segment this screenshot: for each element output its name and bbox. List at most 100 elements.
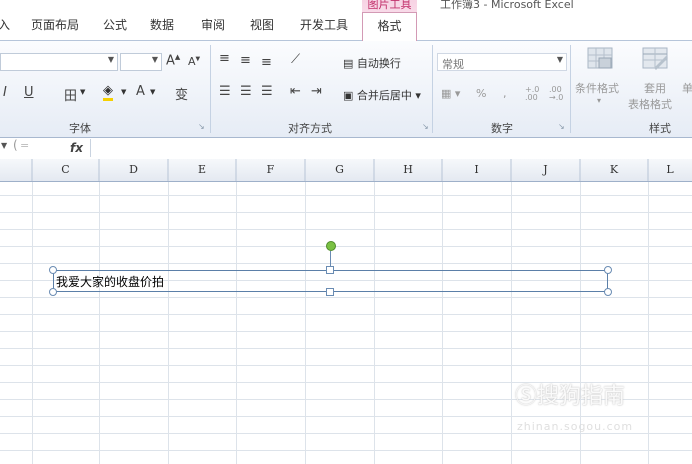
border-button[interactable]: 田: [64, 85, 77, 104]
column-header-k[interactable]: K: [580, 163, 648, 176]
chevron-down-icon: ▼: [80, 88, 86, 96]
font-size-combo[interactable]: ▼: [120, 53, 162, 71]
merge-center-button[interactable]: ▣ 合并后居中 ▾: [343, 87, 421, 103]
tab-data[interactable]: 数据: [150, 16, 174, 33]
chevron-down-icon: ▼: [151, 55, 158, 64]
column-header-j[interactable]: J: [511, 163, 580, 176]
window-title: 工作簿3 - Microsoft Excel: [440, 0, 574, 11]
column-header-e[interactable]: E: [168, 163, 236, 176]
column-headers: C D E F G H I J K L: [0, 159, 692, 182]
resize-handle-top-right[interactable]: [604, 266, 612, 274]
align-left-icon[interactable]: ☰: [219, 84, 231, 99]
column-header-l[interactable]: L: [648, 163, 692, 176]
merge-center-icon: ▣: [343, 89, 357, 102]
resize-handle-bottom-left[interactable]: [49, 288, 57, 296]
separator: [210, 45, 211, 133]
separator: [432, 45, 433, 133]
wrap-text-label: 自动换行: [356, 57, 401, 70]
increase-indent-icon[interactable]: ⇥: [311, 84, 322, 99]
format-as-table-label-2[interactable]: 表格格式: [628, 96, 672, 112]
resize-handle-top-left[interactable]: [49, 266, 57, 274]
align-bottom-icon[interactable]: ≡: [261, 55, 272, 70]
column-header-i[interactable]: I: [442, 163, 511, 176]
decrease-decimal-button[interactable]: .00 →.0: [549, 86, 567, 102]
number-format-value: 常规: [442, 58, 464, 71]
column-header-c[interactable]: C: [32, 163, 99, 176]
font-dialog-launcher-icon[interactable]: ↘: [198, 122, 205, 131]
tab-insert[interactable]: 入: [0, 16, 10, 33]
align-middle-icon[interactable]: ≡: [240, 53, 251, 68]
phonetic-button[interactable]: 变: [175, 84, 188, 103]
conditional-format-icon: [585, 46, 615, 72]
sogou-logo-icon: Ⓢ: [515, 384, 538, 409]
underline-button[interactable]: U: [24, 85, 34, 100]
number-format-combo[interactable]: 常规 ▼: [437, 53, 567, 71]
merge-center-label: 合并后居中: [356, 89, 412, 102]
decrease-indent-icon[interactable]: ⇤: [290, 84, 301, 99]
increase-decimal-button[interactable]: +.0 .00: [525, 86, 543, 102]
rotation-handle[interactable]: [326, 241, 336, 251]
watermark-text: 搜狗指南: [537, 384, 626, 409]
title-bar: [0, 0, 692, 12]
wrap-text-button[interactable]: ▤ 自动换行: [343, 55, 401, 71]
chevron-down-icon: ▼: [107, 55, 114, 64]
tab-format[interactable]: 格式: [362, 12, 417, 41]
insert-function-button[interactable]: fx: [70, 141, 83, 155]
chevron-down-icon: ▾: [597, 96, 602, 105]
grow-font-icon: A: [166, 53, 175, 69]
styles-group-label: 样式: [649, 122, 671, 135]
format-as-table-icon: [640, 46, 670, 72]
ribbon-tabs: 入 页面布局 公式 数据 审阅 视图 开发工具: [0, 12, 692, 41]
separator: [570, 45, 571, 133]
name-box-chevron-down-icon[interactable]: ▼: [1, 141, 7, 150]
formula-bar-paren-icon: (: [13, 138, 18, 152]
shrink-font-button[interactable]: A▼: [188, 55, 200, 68]
column-header-d[interactable]: D: [99, 163, 168, 176]
rotation-connector: [330, 251, 331, 266]
picture-tools-label: 图片工具: [367, 0, 412, 11]
tab-page-layout[interactable]: 页面布局: [31, 16, 79, 33]
wrap-text-icon: ▤: [343, 57, 357, 70]
watermark: Ⓢ搜狗指南: [515, 378, 625, 410]
tab-formulas[interactable]: 公式: [103, 16, 127, 33]
column-header-g[interactable]: G: [305, 163, 374, 176]
tab-developer[interactable]: 开发工具: [300, 16, 348, 33]
format-as-table-label-1[interactable]: 套用: [644, 80, 666, 96]
alignment-dialog-launcher-icon[interactable]: ↘: [422, 122, 429, 131]
text-box-content[interactable]: 我爱大家的收盘价拍: [56, 273, 164, 290]
fill-color-button[interactable]: ◈: [103, 84, 113, 101]
formula-equals-icon: =: [20, 139, 30, 152]
accounting-format-icon[interactable]: ▦ ▾: [441, 87, 460, 100]
column-header-f[interactable]: F: [236, 163, 305, 176]
column-header-h[interactable]: H: [374, 163, 442, 176]
align-top-icon[interactable]: ≡: [219, 51, 230, 66]
shrink-font-icon: A: [188, 55, 196, 68]
resize-handle-bottom[interactable]: [326, 288, 334, 296]
align-center-icon[interactable]: ☰: [240, 84, 252, 99]
watermark-url: zhinan.sogou.com: [517, 420, 634, 433]
resize-handle-top[interactable]: [326, 266, 334, 274]
formula-input[interactable]: [90, 139, 692, 157]
percent-button[interactable]: %: [476, 87, 486, 100]
number-group-label: 数字: [491, 122, 513, 135]
italic-button[interactable]: I: [3, 85, 7, 100]
cell-styles-label[interactable]: 单: [682, 80, 692, 96]
grow-font-button[interactable]: A▲: [166, 53, 180, 68]
chevron-down-icon: ▼: [150, 88, 156, 96]
conditional-format-button[interactable]: 条件格式: [575, 80, 619, 96]
tab-format-label: 格式: [377, 19, 402, 33]
comma-button[interactable]: ,: [503, 87, 507, 100]
font-group-label: 字体: [69, 122, 91, 135]
chevron-down-icon: ▼: [556, 55, 563, 64]
align-right-icon[interactable]: ☰: [261, 84, 273, 99]
alignment-group-label: 对齐方式: [288, 122, 332, 135]
font-name-combo[interactable]: ▼: [0, 53, 118, 71]
tab-view[interactable]: 视图: [250, 16, 274, 33]
font-color-button[interactable]: A: [136, 84, 145, 99]
orientation-icon[interactable]: ⟋: [291, 52, 300, 67]
tab-review[interactable]: 审阅: [201, 16, 225, 33]
ribbon: ▼ ▼ A▲ A▼ I U 田 ▼ ◈ ▼ A ▼ 变 字体 ↘ ≡ ≡ ≡ ⟋…: [0, 41, 692, 138]
number-dialog-launcher-icon[interactable]: ↘: [558, 122, 565, 131]
chevron-down-icon: ▼: [121, 88, 127, 96]
resize-handle-bottom-right[interactable]: [604, 288, 612, 296]
